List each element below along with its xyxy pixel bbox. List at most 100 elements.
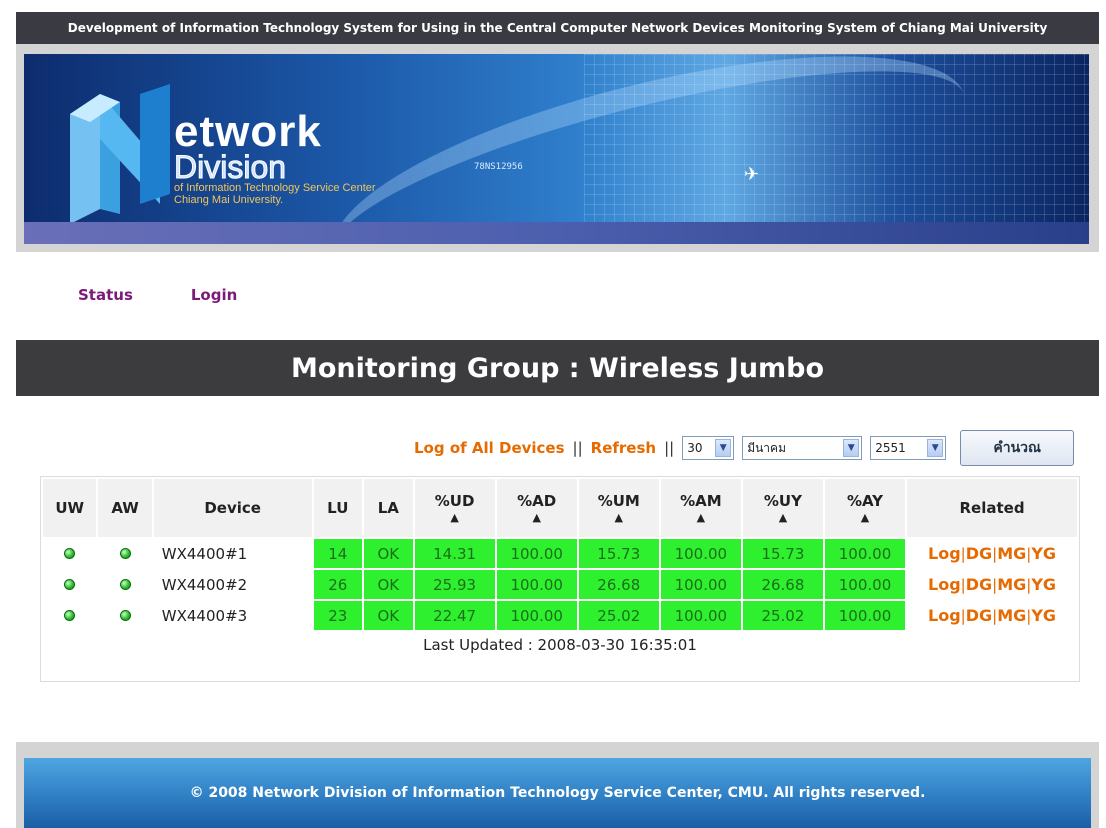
column-header: UW	[43, 479, 97, 537]
sort-ascending-icon[interactable]: ▲	[497, 512, 577, 524]
column-header-label: %UD	[434, 492, 475, 510]
column-header: LU	[313, 479, 363, 537]
column-header[interactable]: %AM ▲	[660, 479, 741, 537]
footer-frame: © 2008 Network Division of Information T…	[16, 742, 1099, 828]
metric-cell-uy: 15.73	[742, 539, 823, 568]
status-up-icon	[64, 578, 76, 590]
metric-cell-ud: 22.47	[414, 601, 495, 630]
related-link-yg[interactable]: YG	[1031, 544, 1056, 563]
column-header-label: %UY	[763, 492, 802, 510]
log-all-devices-link[interactable]: Log of All Devices	[414, 439, 565, 457]
brand-subtitle: Division	[174, 149, 287, 185]
status-up-icon	[119, 578, 131, 590]
table-row: WX4400#3 23 OK 22.47 100.00 25.02 100.00 25.02 1…	[43, 601, 1077, 630]
aw-status-cell	[98, 539, 151, 568]
column-header-label: %UM	[597, 492, 640, 510]
metric-cell-ay: 100.00	[824, 539, 906, 568]
column-header[interactable]: %AY ▲	[824, 479, 906, 537]
related-link-mg[interactable]: MG	[997, 575, 1026, 594]
status-up-icon	[119, 547, 131, 559]
column-header-label: UW	[55, 499, 85, 517]
refresh-link[interactable]: Refresh	[591, 439, 656, 457]
metric-cell-lu: 26	[313, 570, 363, 599]
column-header-label: %AM	[680, 492, 722, 510]
related-link-mg[interactable]: MG	[997, 544, 1026, 563]
nav-login-link[interactable]: Login	[191, 286, 237, 304]
related-link-yg[interactable]: YG	[1031, 575, 1056, 594]
metric-cell-am: 100.00	[660, 601, 741, 630]
table-header-row: UW AW Device LU LA %UD ▲ %AD ▲ %UM ▲ %AM ▲ %UY ▲ %AY ▲ Re…	[43, 479, 1077, 537]
metric-cell-la: OK	[364, 570, 413, 599]
column-header-label: AW	[111, 499, 139, 517]
sort-ascending-icon[interactable]: ▲	[661, 512, 741, 524]
related-link-dg[interactable]: DG	[966, 544, 992, 563]
sort-ascending-icon[interactable]: ▲	[415, 512, 495, 524]
status-table-container: UW AW Device LU LA %UD ▲ %AD ▲ %UM ▲ %AM ▲ %UY ▲ %AY ▲ Re…	[40, 476, 1080, 682]
sort-ascending-icon[interactable]: ▲	[743, 512, 823, 524]
brand-org: of Information Technology Service Center	[174, 182, 376, 194]
uw-status-cell	[43, 601, 96, 630]
column-header[interactable]: %UD ▲	[414, 479, 495, 537]
metric-cell-lu: 14	[313, 539, 363, 568]
related-link-yg[interactable]: YG	[1031, 606, 1056, 625]
metric-cell-la: OK	[364, 539, 413, 568]
nav-status-link[interactable]: Status	[78, 286, 133, 304]
filter-controls: Log of All Devices || Refresh || 30 ▼ มี…	[414, 428, 1075, 468]
metric-cell-um: 15.73	[578, 539, 659, 568]
year-select[interactable]: 2551 ▼	[870, 436, 947, 460]
year-select-value: 2551	[875, 441, 906, 455]
metric-cell-ay: 100.00	[824, 601, 906, 630]
metric-cell-ud: 14.31	[414, 539, 495, 568]
related-link-dg[interactable]: DG	[966, 575, 992, 594]
aw-status-cell	[98, 570, 151, 599]
column-header-label: %AY	[846, 492, 884, 510]
related-link-log[interactable]: Log	[928, 606, 961, 625]
status-up-icon	[119, 609, 131, 621]
metric-cell-ad: 100.00	[496, 601, 577, 630]
status-up-icon	[64, 547, 76, 559]
month-select[interactable]: มีนาคม ▼	[742, 436, 863, 460]
column-header[interactable]: %UM ▲	[578, 479, 659, 537]
related-links-cell: Log|DG|MG|YG	[907, 601, 1077, 630]
metric-cell-la: OK	[364, 601, 413, 630]
related-link-log[interactable]: Log	[928, 575, 961, 594]
sort-ascending-icon[interactable]: ▲	[825, 512, 905, 524]
related-link-mg[interactable]: MG	[997, 606, 1026, 625]
column-header[interactable]: %AD ▲	[496, 479, 577, 537]
day-select[interactable]: 30 ▼	[682, 436, 735, 460]
footer-copyright: © 2008 Network Division of Information T…	[24, 758, 1091, 828]
device-name-cell: WX4400#2	[161, 575, 248, 594]
chevron-down-icon: ▼	[715, 439, 732, 457]
device-status-table: UW AW Device LU LA %UD ▲ %AD ▲ %UM ▲ %AM ▲ %UY ▲ %AY ▲ Re…	[41, 477, 1079, 632]
banner-frame: etwork Division of Information Technolog…	[16, 44, 1099, 252]
chevron-down-icon: ▼	[843, 439, 860, 457]
related-links-cell: Log|DG|MG|YG	[907, 539, 1077, 568]
column-header-label: %AD	[517, 492, 557, 510]
banner-code-text: 78NS12956	[474, 162, 523, 172]
metric-cell-um: 26.68	[578, 570, 659, 599]
metric-cell-uy: 25.02	[742, 601, 823, 630]
metric-cell-ad: 100.00	[496, 539, 577, 568]
day-select-value: 30	[687, 441, 703, 455]
uw-status-cell	[43, 539, 96, 568]
metric-cell-ad: 100.00	[496, 570, 577, 599]
brand-title: etwork	[174, 107, 322, 156]
column-header-label: LA	[377, 499, 399, 517]
metric-cell-uy: 26.68	[742, 570, 823, 599]
related-link-dg[interactable]: DG	[966, 606, 992, 625]
separator: ||	[572, 439, 583, 457]
column-header-label: Device	[204, 499, 261, 517]
network-division-logo-icon	[70, 84, 170, 224]
related-link-log[interactable]: Log	[928, 544, 961, 563]
calculate-button[interactable]: คำนวณ	[960, 430, 1075, 466]
site-header-title: Development of Information Technology Sy…	[16, 12, 1099, 44]
metric-cell-am: 100.00	[660, 570, 741, 599]
sort-ascending-icon[interactable]: ▲	[579, 512, 659, 524]
status-up-icon	[64, 609, 76, 621]
column-header: LA	[364, 479, 413, 537]
column-header[interactable]: %UY ▲	[742, 479, 823, 537]
related-links-cell: Log|DG|MG|YG	[907, 570, 1077, 599]
chevron-down-icon: ▼	[927, 439, 944, 457]
metric-cell-lu: 23	[313, 601, 363, 630]
device-name-cell: WX4400#1	[161, 544, 248, 563]
